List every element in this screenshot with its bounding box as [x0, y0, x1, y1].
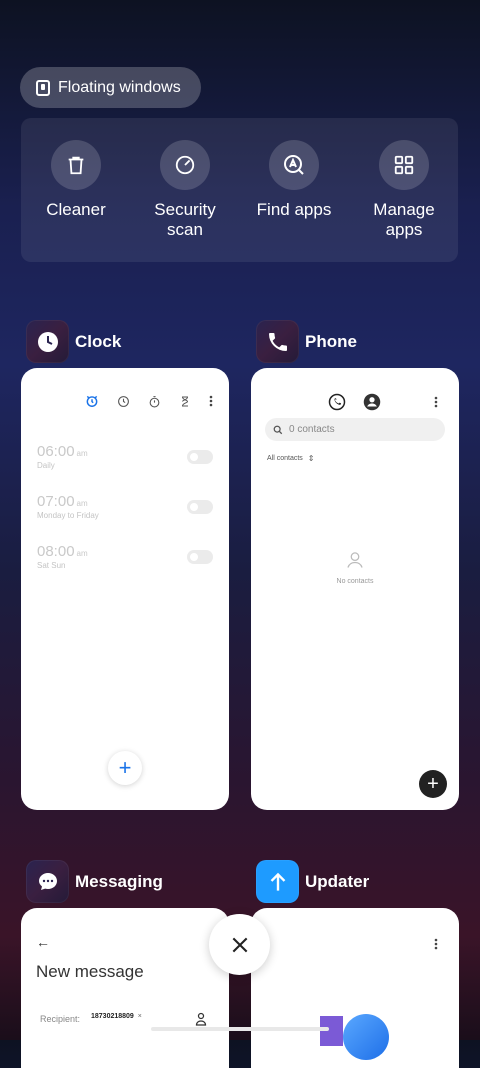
clock-app-icon	[26, 320, 69, 363]
updater-recent-card[interactable]	[251, 908, 459, 1068]
messaging-app-name: Messaging	[75, 871, 163, 891]
manage-apps-label: Manage apps	[373, 200, 435, 239]
add-alarm-button[interactable]: +	[108, 751, 142, 785]
back-arrow-icon[interactable]: ←	[36, 934, 50, 950]
security-scan-label: Security scan	[154, 200, 216, 239]
alarm-time: 07:00	[37, 493, 75, 510]
call-log-tab-icon[interactable]	[328, 393, 346, 411]
grid-icon	[379, 140, 429, 190]
updater-illustration-circle	[343, 1014, 389, 1060]
alarm-time: 08:00	[37, 543, 75, 560]
clock-tabs	[85, 394, 213, 408]
phone-recent-card[interactable]: 0 contacts All contacts ⇕ No contacts +	[251, 368, 459, 810]
remove-chip-icon[interactable]: ×	[138, 1013, 142, 1020]
filter-label: All contacts	[267, 455, 303, 462]
alarm-toggle[interactable]	[187, 500, 213, 514]
alarm-ampm: am	[76, 449, 88, 458]
contact-picker-icon[interactable]	[195, 1012, 207, 1026]
alarm-toggle[interactable]	[187, 450, 213, 464]
alarm-ampm: am	[76, 499, 88, 508]
messaging-recent-card[interactable]: ← New message Recipient: 18730218809 ×	[21, 908, 229, 1068]
plus-icon: +	[118, 755, 132, 780]
alarm-toggle[interactable]	[187, 550, 213, 564]
world-clock-tab-icon[interactable]	[117, 395, 130, 408]
clear-all-button[interactable]	[209, 914, 270, 975]
phone-app-header[interactable]: Phone	[256, 320, 357, 363]
floating-window-icon	[36, 79, 50, 96]
contacts-tab-icon[interactable]	[363, 393, 381, 411]
updater-app-icon	[256, 860, 299, 903]
messaging-app-header[interactable]: Messaging	[26, 860, 163, 903]
clock-recent-card[interactable]: 06:00 am Daily 07:00 am Monday to Friday 0…	[21, 368, 229, 810]
alarm-time: 06:00	[37, 443, 75, 460]
clock-app-header[interactable]: Clock	[26, 320, 121, 363]
clock-app-name: Clock	[75, 331, 122, 351]
home-indicator[interactable]	[151, 1027, 329, 1031]
more-options-icon[interactable]	[434, 396, 438, 408]
security-gauge-icon	[160, 140, 210, 190]
floating-windows-label: Floating windows	[58, 78, 181, 96]
new-message-title: New message	[36, 962, 144, 981]
empty-contacts-label: No contacts	[336, 578, 374, 585]
security-scan-button[interactable]: Security scan	[130, 140, 240, 240]
cleaner-button[interactable]: Cleaner	[21, 140, 131, 220]
phone-app-icon	[256, 320, 299, 363]
more-options-icon[interactable]	[209, 395, 213, 407]
alarm-ampm: am	[76, 549, 88, 558]
updater-app-name: Updater	[305, 871, 370, 891]
messaging-app-icon	[26, 860, 69, 903]
find-apps-icon	[269, 140, 319, 190]
find-apps-button[interactable]: Find apps	[239, 140, 349, 220]
recipient-chip[interactable]: 18730218809 ×	[91, 1013, 142, 1020]
recipient-label: Recipient:	[40, 1014, 81, 1024]
updater-app-header[interactable]: Updater	[256, 860, 369, 903]
manage-apps-button[interactable]: Manage apps	[349, 140, 459, 240]
contacts-search-input[interactable]: 0 contacts	[265, 418, 445, 441]
phone-app-name: Phone	[305, 331, 357, 351]
plus-icon: +	[427, 772, 439, 795]
trash-icon	[51, 140, 101, 190]
close-icon	[232, 937, 247, 952]
stopwatch-tab-icon[interactable]	[148, 395, 161, 408]
recipient-number: 18730218809	[91, 1013, 134, 1020]
more-options-icon[interactable]	[434, 938, 438, 950]
add-contact-button[interactable]: +	[419, 770, 447, 798]
search-placeholder: 0 contacts	[289, 424, 335, 435]
search-icon	[273, 425, 283, 434]
alarm-tab-icon[interactable]	[85, 394, 99, 408]
contacts-filter-dropdown[interactable]: All contacts ⇕	[267, 454, 315, 463]
cleaner-label: Cleaner	[46, 200, 106, 219]
quick-tools-panel: Cleaner Security scan Find apps Manage a…	[21, 118, 458, 262]
timer-tab-icon[interactable]	[179, 395, 191, 408]
updater-illustration-block	[320, 1016, 343, 1046]
sort-chevron-icon: ⇕	[307, 454, 315, 463]
empty-contact-icon	[347, 552, 363, 568]
find-apps-label: Find apps	[256, 200, 332, 219]
floating-windows-button[interactable]: Floating windows	[20, 67, 201, 108]
